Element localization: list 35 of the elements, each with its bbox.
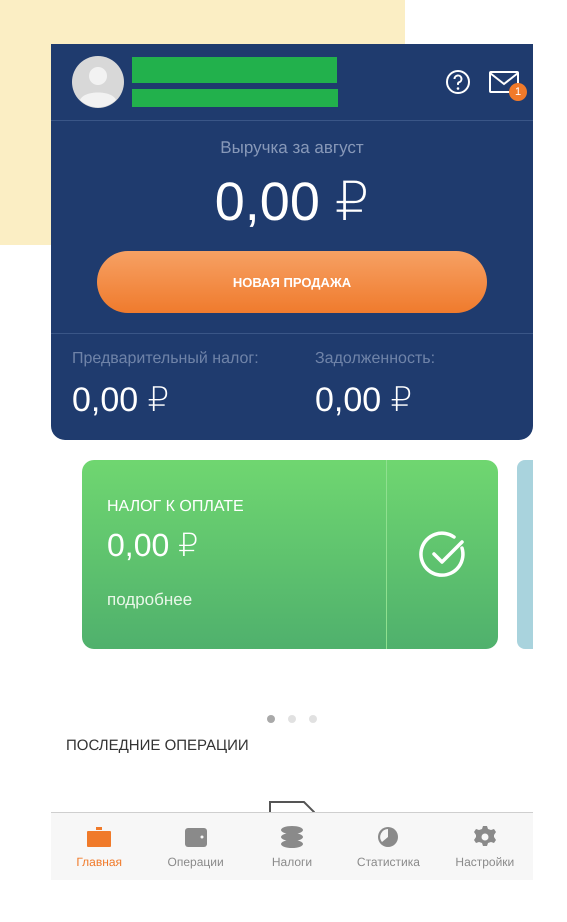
summary-label: Предварительный налог: bbox=[72, 350, 260, 368]
wallet-icon bbox=[182, 825, 209, 849]
tax-title: НАЛОГ К ОПЛАТЕ bbox=[107, 498, 245, 516]
briefcase-icon bbox=[86, 825, 112, 849]
tab-label: Операции bbox=[168, 855, 224, 869]
tax-amount: 0,00 ₽ bbox=[107, 526, 200, 564]
section-title: ПОСЛЕДНИЕ ОПЕРАЦИИ bbox=[66, 737, 250, 754]
pager-dot[interactable] bbox=[288, 715, 296, 723]
summary-label: Задолженность: bbox=[315, 350, 436, 368]
tax-card[interactable]: НАЛОГ К ОПЛАТЕ 0,00 ₽ подробнее bbox=[82, 460, 498, 649]
tab[interactable]: Статистика bbox=[340, 813, 437, 880]
tab[interactable]: Главная bbox=[51, 813, 148, 880]
help-icon[interactable] bbox=[445, 69, 471, 95]
new-sale-button[interactable]: НОВАЯ ПРОДАЖА bbox=[97, 251, 487, 313]
tab[interactable]: Операции bbox=[147, 813, 244, 880]
tab-label: Главная bbox=[76, 855, 122, 869]
tab-label: Статистика bbox=[356, 855, 420, 869]
settings-icon bbox=[472, 825, 498, 849]
summary-value: 0,00 ₽ bbox=[72, 380, 170, 420]
document-icon bbox=[269, 801, 315, 812]
pager-dot[interactable] bbox=[309, 715, 317, 723]
revenue-amount: 0,00 ₽ bbox=[214, 171, 370, 233]
avatar-icon bbox=[72, 56, 124, 108]
coins-icon bbox=[279, 825, 306, 849]
mail-icon[interactable] bbox=[489, 71, 519, 93]
tab[interactable]: Настройки bbox=[436, 813, 534, 880]
revenue-label: Выручка за август bbox=[220, 138, 364, 158]
notification-badge: 1 bbox=[509, 83, 527, 101]
tab-label: Налоги bbox=[272, 855, 312, 869]
tab-label: Настройки bbox=[455, 855, 514, 869]
check-circle-icon[interactable] bbox=[418, 530, 468, 580]
pager-dot[interactable] bbox=[267, 715, 275, 723]
tab[interactable]: Налоги bbox=[244, 813, 340, 880]
summary-value: 0,00 ₽ bbox=[315, 380, 414, 420]
details-link[interactable]: подробнее bbox=[107, 590, 386, 610]
